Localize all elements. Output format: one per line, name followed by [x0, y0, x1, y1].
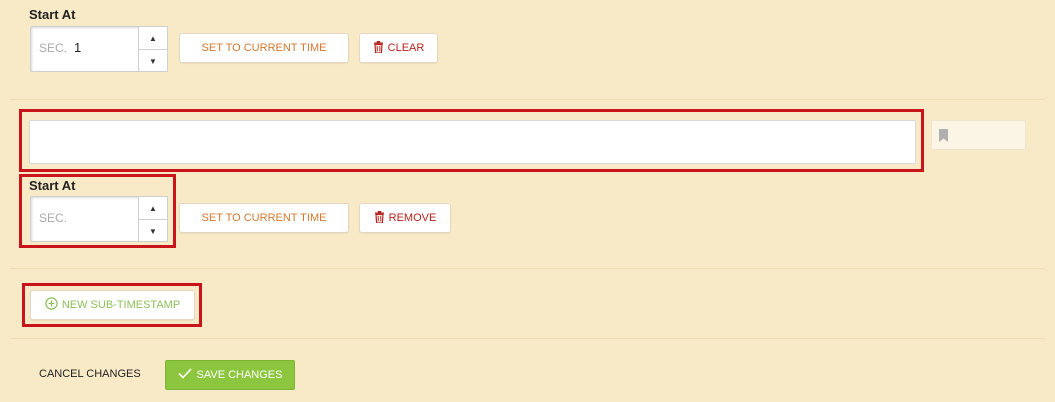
bookmark-button[interactable]	[931, 120, 1026, 150]
remove-button[interactable]: REMOVE	[359, 203, 451, 233]
decrement-button[interactable]: ▼	[139, 49, 167, 72]
set-to-current-time-button[interactable]: SET TO CURRENT TIME	[179, 33, 349, 63]
increment-button[interactable]: ▲	[139, 27, 167, 49]
cancel-changes-button[interactable]: CANCEL CHANGES	[39, 368, 141, 380]
sub-seconds-placeholder: SEC.	[39, 211, 68, 225]
sub-timestamp-title-input[interactable]	[29, 120, 916, 164]
seconds-stepper: ▲ ▼	[138, 26, 168, 72]
checkmark-icon	[177, 368, 192, 382]
remove-label: REMOVE	[388, 212, 437, 224]
sub-set-to-current-time-button[interactable]: SET TO CURRENT TIME	[179, 203, 349, 233]
divider	[10, 338, 1045, 339]
set-to-current-time-label: SET TO CURRENT TIME	[201, 42, 327, 54]
clear-label: CLEAR	[387, 42, 425, 54]
sub-set-to-current-time-label: SET TO CURRENT TIME	[201, 212, 327, 224]
sub-start-seconds-input[interactable]: SEC. ▲ ▼	[30, 196, 168, 242]
sub-start-at-label: Start At	[29, 178, 76, 193]
plus-circle-icon	[45, 297, 58, 313]
trash-icon	[374, 210, 385, 226]
sub-seconds-stepper: ▲ ▼	[138, 196, 168, 242]
start-at-label: Start At	[29, 7, 76, 22]
sub-decrement-button[interactable]: ▼	[139, 219, 167, 242]
trash-icon	[373, 40, 384, 56]
seconds-value: 1	[74, 40, 82, 55]
save-changes-label: SAVE CHANGES	[196, 369, 283, 381]
new-sub-timestamp-label: NEW SUB-TIMESTAMP	[61, 299, 181, 311]
divider	[10, 99, 1045, 100]
clear-button[interactable]: CLEAR	[359, 33, 438, 63]
save-changes-button[interactable]: SAVE CHANGES	[165, 360, 295, 390]
new-sub-timestamp-button[interactable]: NEW SUB-TIMESTAMP	[30, 290, 195, 320]
divider	[10, 268, 1045, 269]
seconds-placeholder: SEC.	[39, 41, 68, 55]
bookmark-icon	[939, 129, 948, 147]
start-seconds-input[interactable]: SEC. 1 ▲ ▼	[30, 26, 168, 72]
sub-increment-button[interactable]: ▲	[139, 197, 167, 219]
